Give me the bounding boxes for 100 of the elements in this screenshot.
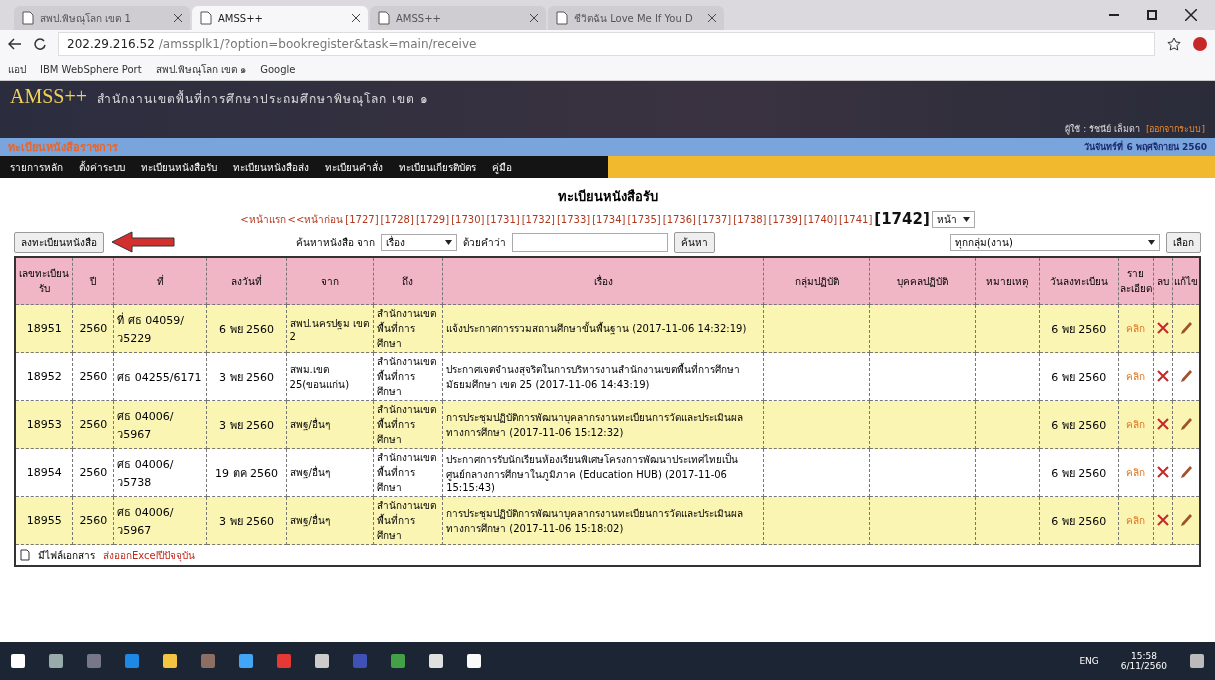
page-link[interactable]: [1736] <box>662 213 696 225</box>
table-cell: 2560 <box>72 304 114 353</box>
close-icon[interactable] <box>1185 9 1197 21</box>
browser-tab[interactable]: ชีวิตฉัน Love Me If You D <box>548 6 724 30</box>
logout-link[interactable]: [ออกจากระบบ] <box>1145 122 1205 136</box>
choose-button[interactable]: เลือก <box>1166 231 1201 253</box>
keyword-label: ด้วยคำว่า <box>463 235 507 250</box>
page-link[interactable]: [1735] <box>627 213 661 225</box>
detail-link[interactable]: คลิก <box>1126 467 1146 478</box>
keyword-field[interactable] <box>512 232 669 252</box>
bookmark[interactable]: สพป.พิษณุโลก เขต ๑ <box>155 61 247 77</box>
table-cell: ศธ 04006/ว5738 <box>113 448 207 497</box>
column-header: แก้ไข <box>1172 257 1200 305</box>
close-icon[interactable] <box>708 14 716 22</box>
pencil-icon[interactable] <box>1179 368 1192 383</box>
table-cell: ศธ 04006/ว5967 <box>113 496 207 545</box>
table-cell: 6 พย 2560 <box>1039 496 1119 545</box>
bookmark[interactable]: แอป <box>8 61 26 77</box>
table-cell: สำนักงานเขตพื้นที่การศึกษา <box>373 448 443 497</box>
table-cell: สพม.เขต 25(ขอนแก่น) <box>286 352 374 401</box>
page-link[interactable]: [1738] <box>733 213 767 225</box>
pencil-icon[interactable] <box>1179 464 1192 479</box>
table-cell: ที่ ศธ 04059/ ว5229 <box>113 304 207 353</box>
clock-time: 15:58 <box>1130 651 1157 661</box>
export-link[interactable]: ส่งออกExcelปีปัจจุบัน <box>103 547 196 563</box>
menu-item[interactable]: ทะเบียนหนังสือรับ <box>141 159 217 175</box>
menu-item[interactable]: ตั้งค่าระบบ <box>79 159 125 175</box>
delete-icon[interactable] <box>1156 369 1169 382</box>
browser-tab[interactable]: AMSS++ <box>370 6 546 30</box>
column-header: เลขทะเบียนรับ <box>15 257 73 305</box>
table-cell: 2560 <box>72 400 114 449</box>
page-link[interactable]: [1739] <box>768 213 802 225</box>
close-icon[interactable] <box>530 14 538 22</box>
menu-item[interactable]: คู่มือ <box>492 159 512 175</box>
back-icon[interactable] <box>8 38 22 50</box>
document-icon <box>20 549 30 561</box>
table-cell: 18955 <box>15 496 73 545</box>
table-cell: 18951 <box>15 304 73 353</box>
page-link[interactable]: [1731] <box>486 213 520 225</box>
page-link[interactable]: [1727] <box>345 213 379 225</box>
table-cell: 6 พย 2560 <box>1039 352 1119 401</box>
bookmark[interactable]: Google <box>260 63 296 75</box>
language-indicator[interactable]: ENG <box>1079 656 1099 666</box>
close-icon[interactable] <box>174 14 182 22</box>
arrow-icon <box>110 231 176 253</box>
pencil-icon[interactable] <box>1179 320 1192 335</box>
column-header: ถึง <box>373 257 443 305</box>
page-link[interactable]: [1728] <box>380 213 414 225</box>
table-cell: ประกาศการรับนักเรียนห้องเรียนพิเศษโครงการพัฒนาประเทศไทยเป็นศูนย์กลางการศึกษาในภูมิภาค (Education HUB) (2017-11-06 15:15:43) <box>442 448 764 497</box>
bookmark[interactable]: IBM WebSphere Port <box>40 63 142 75</box>
page-link[interactable]: [1730] <box>451 213 485 225</box>
page-icon <box>556 11 568 25</box>
group-select[interactable]: ทุกกลุ่ม(งาน) <box>950 233 1160 251</box>
register-button[interactable]: ลงทะเบียนหนังสือ <box>14 231 104 253</box>
menu-item[interactable]: ทะเบียนเกียรติบัตร <box>399 159 476 175</box>
browser-tab[interactable]: สพป.พิษณุโลก เขต 1 <box>14 6 190 30</box>
clock-date: 6/11/2560 <box>1120 661 1167 671</box>
first-page-link[interactable]: <หน้าแรก <box>240 211 286 227</box>
page-link[interactable]: [1737] <box>698 213 732 225</box>
close-icon[interactable] <box>352 14 360 22</box>
menu-item[interactable]: ทะเบียนหนังสือส่ง <box>233 159 309 175</box>
browser-tab[interactable]: AMSS++ <box>192 6 368 30</box>
delete-icon[interactable] <box>1156 321 1169 334</box>
page-icon <box>200 11 212 25</box>
table-cell: 18952 <box>15 352 73 401</box>
star-icon[interactable] <box>1167 37 1181 51</box>
page-icon <box>22 11 34 25</box>
column-header: เรื่อง <box>442 257 764 305</box>
column-header: รายละเอียด <box>1118 257 1154 305</box>
detail-link[interactable]: คลิก <box>1126 371 1146 382</box>
prev-page-link[interactable]: <<หน้าก่อน <box>287 211 344 227</box>
column-header: ลงวันที่ <box>206 257 287 305</box>
delete-icon[interactable] <box>1156 513 1169 526</box>
page-link[interactable]: [1734] <box>592 213 626 225</box>
page-select[interactable]: หน้า <box>931 210 975 228</box>
page-link[interactable]: [1732] <box>521 213 555 225</box>
table-cell: สำนักงานเขตพื้นที่การศึกษา <box>373 352 443 401</box>
menu-item[interactable]: ทะเบียนคำสั่ง <box>325 159 383 175</box>
address-bar[interactable]: 202.29.216.52 /amssplk1/?option=bookregister&task=main/receive <box>58 32 1155 56</box>
page-link[interactable]: [1729] <box>415 213 450 225</box>
extension-icon[interactable] <box>1193 37 1207 51</box>
pencil-icon[interactable] <box>1179 416 1192 431</box>
page-link[interactable]: [1733] <box>556 213 591 225</box>
page-link[interactable]: [1740] <box>803 213 838 225</box>
page-link[interactable]: [1742] <box>874 210 930 228</box>
table-cell: 6 พย 2560 <box>1039 304 1119 353</box>
delete-icon[interactable] <box>1156 417 1169 430</box>
restore-icon[interactable] <box>1147 10 1157 20</box>
reload-icon[interactable] <box>34 38 46 50</box>
search-label: ค้นหาหนังสือ จาก <box>296 235 376 250</box>
search-field-select[interactable]: เรื่อง <box>381 233 458 251</box>
delete-icon[interactable] <box>1156 465 1169 478</box>
page-link[interactable]: [1741] <box>839 213 873 225</box>
table-cell: 6 พย 2560 <box>206 304 287 353</box>
pencil-icon[interactable] <box>1179 512 1192 527</box>
search-button[interactable]: ค้นหา <box>674 231 716 253</box>
table-cell: การประชุมปฏิบัติการพัฒนาบุคลากรงานทะเบียนการวัดและประเมินผลทางการศึกษา (2017-11-06 15:18:02) <box>442 496 764 545</box>
menu-item[interactable]: รายการหลัก <box>10 159 63 175</box>
column-header: ปี <box>72 257 114 305</box>
caret-icon <box>1148 239 1155 245</box>
